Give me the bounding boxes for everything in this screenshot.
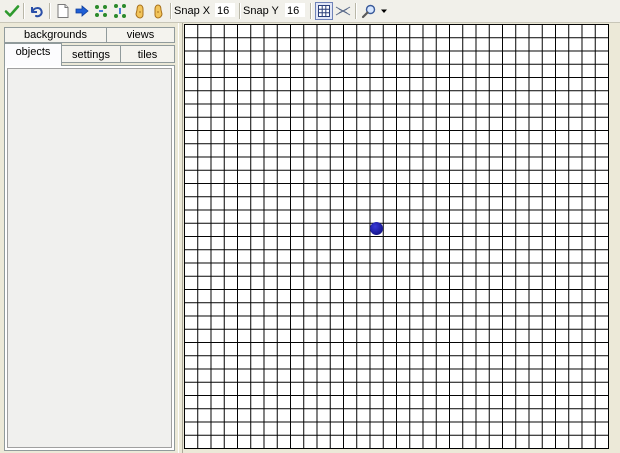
move-vertical-icon[interactable] — [112, 2, 128, 20]
object-instance[interactable] — [370, 222, 383, 235]
objects-list[interactable] — [7, 68, 172, 448]
zoom-icon[interactable] — [361, 2, 377, 20]
tab-settings[interactable]: settings — [61, 45, 121, 63]
new-page-icon[interactable] — [55, 2, 71, 20]
shift-right-icon[interactable] — [150, 2, 166, 20]
tab-objects[interactable]: objects — [4, 43, 62, 66]
tab-views[interactable]: views — [106, 27, 175, 43]
toolbar-separator — [49, 3, 51, 19]
toolbar: Snap X 16 Snap Y 16 — [0, 0, 620, 23]
snap-y-input[interactable]: 16 — [284, 2, 306, 18]
toolbar-separator — [355, 3, 357, 19]
left-panel: backgrounds views settings tiles objects — [0, 23, 178, 453]
snap-y-label: Snap Y — [243, 5, 279, 17]
toolbar-separator — [23, 3, 25, 19]
tab-tiles[interactable]: tiles — [120, 45, 175, 63]
arrow-right-icon[interactable] — [74, 2, 90, 20]
check-icon[interactable] — [3, 2, 21, 20]
room-grid[interactable] — [184, 24, 609, 449]
grid-icon[interactable] — [315, 2, 333, 20]
toolbar-separator — [239, 3, 241, 19]
dropdown-arrow-icon[interactable] — [379, 2, 389, 20]
shift-left-icon[interactable] — [132, 2, 148, 20]
toolbar-separator — [170, 3, 172, 19]
toolbar-separator — [310, 3, 312, 19]
objects-tab-page — [4, 65, 175, 451]
move-horizontal-icon[interactable] — [93, 2, 109, 20]
tab-backgrounds[interactable]: backgrounds — [4, 27, 107, 43]
room-editor-window: Snap X 16 Snap Y 16 backgrounds views se… — [0, 0, 620, 453]
room-canvas[interactable] — [183, 23, 620, 453]
snap-x-input[interactable]: 16 — [214, 2, 236, 18]
snap-x-label: Snap X — [174, 5, 211, 17]
undo-icon[interactable] — [27, 2, 45, 20]
isometric-grid-icon[interactable] — [334, 2, 352, 20]
